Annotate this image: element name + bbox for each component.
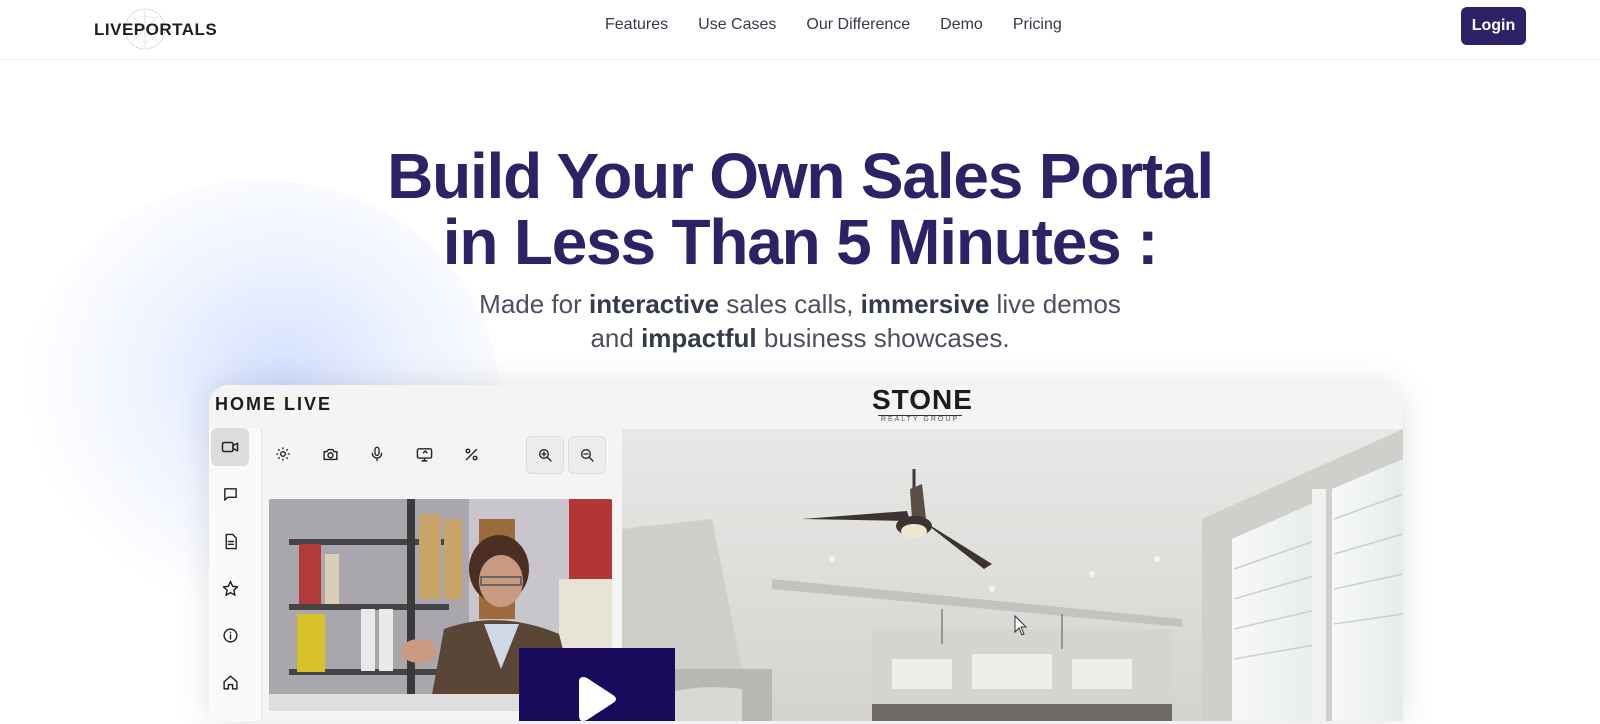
camera-icon [322,448,338,460]
hero-title: Build Your Own Sales Portal in Less Than… [0,143,1600,275]
percent-icon [464,447,478,461]
settings-button[interactable] [265,436,301,472]
hero-title-line2: in Less Than 5 Minutes : [442,206,1159,278]
document-icon [225,533,237,549]
site-header: LIVEPORTALS Features Use Cases Our Diffe… [0,0,1600,60]
brand-name: STONE [872,385,973,415]
hero-sub-bold: immersive [860,289,990,319]
chat-bubble-icon [223,487,237,501]
hero-title-line1: Build Your Own Sales Portal [387,140,1214,212]
property-tour-view[interactable] [622,429,1403,721]
zoom-out-button[interactable] [568,436,606,474]
video-camera-icon [221,441,239,453]
play-video-button[interactable] [519,648,675,721]
screen-share-button[interactable] [406,436,442,472]
hero-sub-text: and [590,323,642,353]
zoom-out-icon [581,449,594,462]
hero-sub-bold: interactive [588,289,720,319]
zoom-in-button[interactable] [526,436,564,474]
play-icon [579,677,616,721]
hero-sub-text: business showcases. [756,323,1010,353]
gear-icon [276,447,290,461]
sidebar-info-button[interactable] [211,616,249,654]
demo-sidebar [209,428,262,721]
sidebar-document-button[interactable] [211,522,249,560]
sidebar-chat-button[interactable] [211,475,249,513]
percent-button[interactable] [453,436,489,472]
hero-sub-text: Made for [479,289,589,319]
stone-realty-logo: STONE REALTY GROUP [872,385,973,425]
demo-preview: HOME LIVE STONE REALTY GROUP [209,385,1403,721]
home-icon [222,674,238,690]
hero-sub-text: sales calls, [719,289,861,319]
logo[interactable]: LIVEPORTALS [94,6,217,50]
microphone-button[interactable] [359,436,395,472]
info-icon [222,627,238,643]
hero-sub-bold: impactful [641,323,757,353]
nav-features[interactable]: Features [605,16,668,34]
logo-text: LIVEPORTALS [94,20,218,39]
nav-demo[interactable]: Demo [940,16,983,34]
sidebar-star-button[interactable] [211,569,249,607]
microphone-icon [371,446,383,462]
brand-subtitle: REALTY GROUP [878,415,962,423]
demo-toolbar [262,428,615,484]
screen-share-icon [416,447,432,462]
hero-subtitle: Made for interactive sales calls, immers… [0,287,1600,355]
property-room-image [622,429,1403,721]
star-icon [222,580,238,596]
demo-app-title: HOME LIVE [215,394,333,414]
main-nav: Features Use Cases Our Difference Demo P… [605,16,1062,34]
nav-pricing[interactable]: Pricing [1013,16,1062,34]
zoom-in-icon [539,449,552,462]
nav-use-cases[interactable]: Use Cases [698,16,776,34]
sidebar-home-button[interactable] [211,663,249,701]
nav-our-difference[interactable]: Our Difference [806,16,910,34]
sidebar-video-button[interactable] [211,428,249,466]
login-button[interactable]: Login [1461,7,1526,45]
snapshot-button[interactable] [312,436,348,472]
hero-sub-text: live demos [989,289,1121,319]
